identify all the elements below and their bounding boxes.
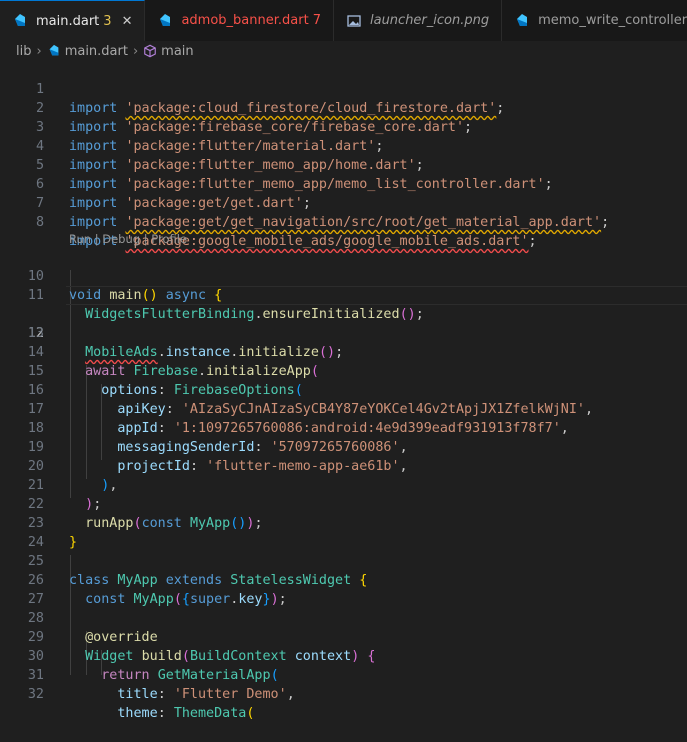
code-line: 15 options: FirebaseOptions( — [0, 343, 687, 398]
breadcrumb-file[interactable]: main.dart — [65, 44, 128, 59]
close-icon[interactable]: ✕ — [122, 14, 133, 29]
dart-file-icon — [160, 13, 171, 26]
image-file-icon — [347, 14, 361, 27]
code-line: 32 theme: ThemeData( — [0, 666, 687, 721]
current-line-highlight — [66, 286, 687, 305]
code-line: 29 Widget build(BuildContext context) { — [0, 609, 687, 664]
chevron-right-icon: › — [36, 43, 42, 59]
dart-file-icon — [517, 13, 528, 26]
method-cube-icon — [144, 44, 156, 58]
code-line: 31 title: 'Flutter Demo', — [0, 647, 687, 702]
chevron-right-icon: › — [132, 43, 139, 59]
string-literal: 'package:get/get_navigation/src/root/get… — [125, 215, 602, 230]
line-number: 32 — [27, 687, 44, 702]
code-line: 23 } — [0, 495, 687, 550]
code-line: 4 import 'package:flutter_memo_app/home.… — [0, 118, 687, 173]
breadcrumb-folder[interactable]: lib — [16, 44, 31, 59]
problem-count-badge: 3 — [103, 13, 112, 29]
punctuation: ; — [528, 234, 537, 249]
breadcrumb: lib › main.dart › main — [0, 41, 687, 61]
tab-launcher-icon[interactable]: launcher_icon.png — [334, 0, 503, 41]
parameter: title — [117, 687, 158, 702]
editor-tab-bar: main.dart 3 ✕ admob_banner.dart 7 launch… — [0, 0, 687, 42]
code-line: 14 await Firebase.initializeApp( — [0, 324, 687, 379]
code-line: 7 import 'package:get/get_navigation/src… — [0, 175, 687, 230]
code-line: 2 import 'package:firebase_core/firebase… — [0, 80, 687, 135]
code-line: 21 ); — [0, 457, 687, 512]
code-line: 20 ), — [0, 438, 687, 493]
code-line: 28 @override — [0, 590, 687, 645]
code-line: 26 const MyApp({super.key}); — [0, 552, 687, 607]
code-line: 24 — [0, 514, 687, 550]
code-line: 25 class MyApp extends StatelessWidget { — [0, 533, 687, 588]
tab-label: launcher_icon.png — [369, 13, 490, 28]
code-line-current: 12 MobileAds.instance.initialize(); — [0, 286, 687, 360]
code-line: 30 return GetMaterialApp( — [0, 628, 687, 683]
parameter: theme — [117, 706, 158, 721]
tab-main-dart[interactable]: main.dart 3 ✕ — [0, 0, 146, 41]
codelens-run-debug-profile[interactable]: Run | Debug | Profile — [69, 232, 187, 246]
code-line: 3 import 'package:flutter/material.dart'… — [0, 99, 687, 154]
punctuation: ; — [601, 215, 610, 230]
code-line: 1 import 'package:cloud_firestore/cloud_… — [0, 61, 687, 116]
tab-label: memo_write_controller.dart — [538, 13, 687, 28]
code-editor[interactable]: 1 import 'package:cloud_firestore/cloud_… — [0, 61, 687, 721]
code-line: 27 — [0, 571, 687, 607]
tab-label: admob_banner.dart — [181, 13, 309, 28]
code-line: 18 messagingSenderId: '57097265760086', — [0, 400, 687, 455]
code-line: 17 appId: '1:1097265760086:android:4e9d3… — [0, 381, 687, 436]
breadcrumb-symbol[interactable]: main — [161, 44, 193, 59]
code-line: 22 runApp(const MyApp()); — [0, 476, 687, 531]
tab-memo-write-controller[interactable]: memo_write_controller.dart — [502, 0, 687, 41]
code-line: 19 projectId: 'flutter-memo-app-ae61b', — [0, 419, 687, 474]
dart-file-icon — [49, 44, 59, 56]
keyword: import — [69, 215, 118, 230]
code-line: 11 WidgetsFlutterBinding.ensureInitializ… — [0, 267, 687, 322]
code-line: 16 apiKey: 'AIzaSyCJnAIzaSyCB4Y87eYOKCel… — [0, 362, 687, 417]
code-line: 10 void main() async { — [0, 248, 687, 303]
dart-file-icon — [15, 14, 25, 26]
code-line: 13 — [0, 305, 687, 341]
tab-admob-banner[interactable]: admob_banner.dart 7 — [145, 0, 334, 41]
code-line: 8 import 'package:google_mobile_ads/goog… — [0, 194, 687, 249]
class-name: ThemeData — [173, 706, 247, 721]
line-number: 8 — [35, 215, 44, 230]
problem-count-badge: 7 — [312, 13, 321, 28]
tab-label: main.dart — [36, 13, 100, 29]
string-literal: 'Flutter Demo' — [173, 687, 287, 702]
code-line: 6 import 'package:get/get.dart'; — [0, 156, 687, 211]
code-line: 5 import 'package:flutter_memo_app/memo_… — [0, 137, 687, 192]
